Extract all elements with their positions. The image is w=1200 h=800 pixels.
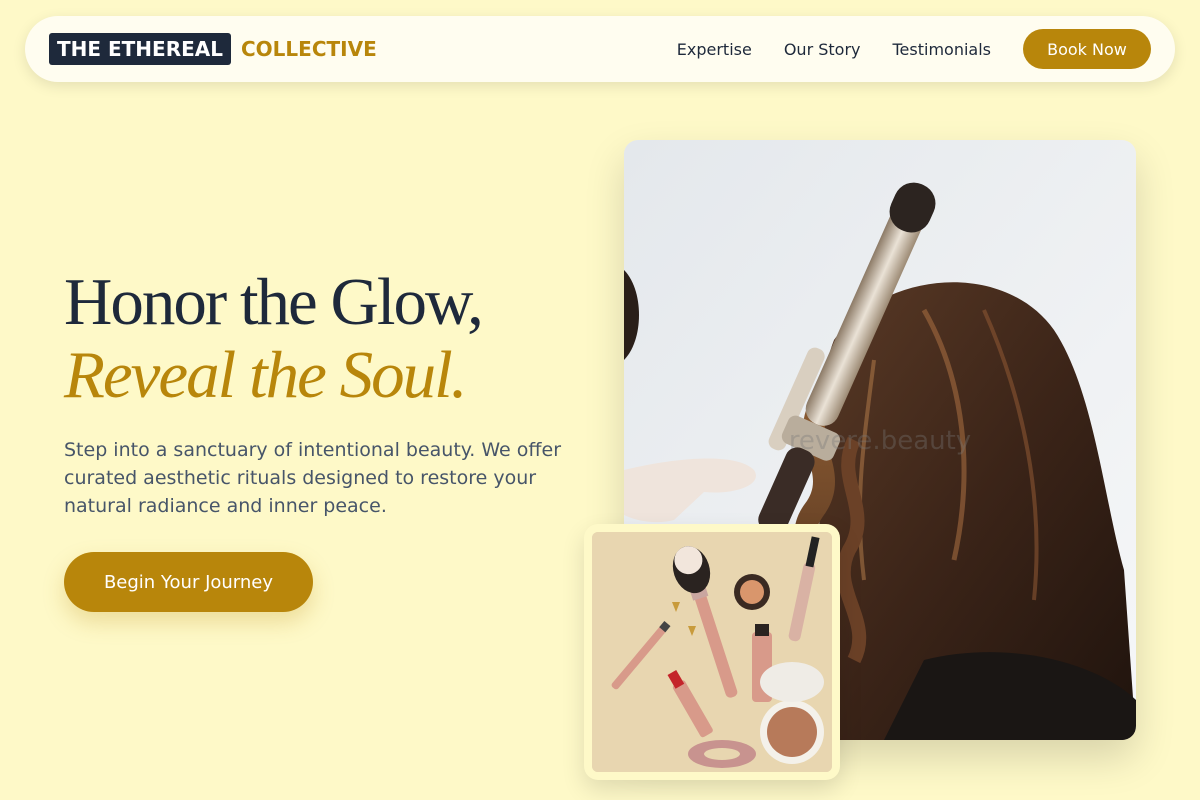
brand-name-dark: THE ETHEREAL <box>49 33 231 65</box>
hero-title-line2: Reveal the Soul. <box>64 338 467 412</box>
top-nav: THE ETHEREAL COLLECTIVE Expertise Our St… <box>25 16 1175 82</box>
makeup-flatlay-illustration <box>592 532 832 772</box>
hero-title-line1: Honor the Glow, <box>64 265 484 339</box>
hero-title: Honor the Glow, Reveal the Soul. <box>64 265 484 412</box>
nav-links: Expertise Our Story Testimonials Book No… <box>677 29 1151 69</box>
nav-link-our-story[interactable]: Our Story <box>784 40 861 59</box>
makeup-thumbnail <box>584 524 840 780</box>
hero-description: Step into a sanctuary of intentional bea… <box>64 439 562 517</box>
brand-name-gold: COLLECTIVE <box>241 37 377 61</box>
brand-logo[interactable]: THE ETHEREAL COLLECTIVE <box>49 33 377 65</box>
landing-page: THE ETHEREAL COLLECTIVE Expertise Our St… <box>0 0 1200 800</box>
photo-watermark: revere.beauty <box>788 426 972 456</box>
book-now-button[interactable]: Book Now <box>1023 29 1151 69</box>
nav-link-expertise[interactable]: Expertise <box>677 40 752 59</box>
nav-link-testimonials[interactable]: Testimonials <box>893 40 992 59</box>
begin-journey-button[interactable]: Begin Your Journey <box>64 552 313 612</box>
